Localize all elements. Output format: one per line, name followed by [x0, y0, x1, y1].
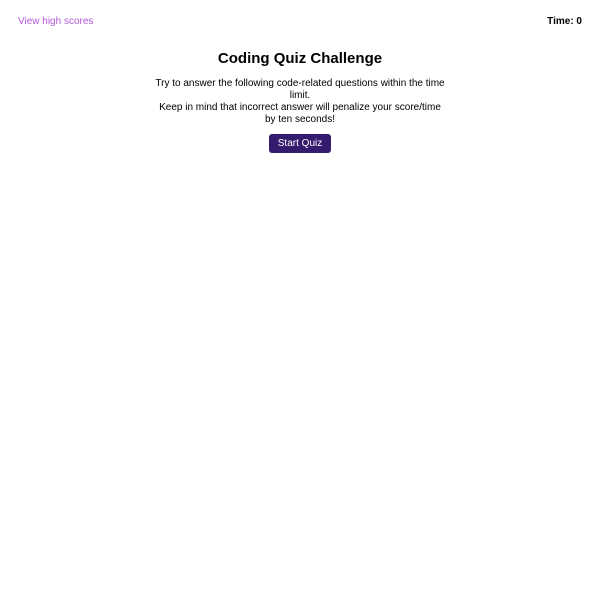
intro-text: Try to answer the following code-related…	[150, 78, 450, 126]
view-high-scores-link[interactable]: View high scores	[18, 16, 93, 28]
intro-line: Try to answer the following code-related…	[155, 78, 445, 101]
quiz-page: View high scores Time: 0 Coding Quiz Cha…	[0, 0, 600, 600]
intro-line: Keep in mind that incorrect answer will …	[159, 102, 441, 113]
intro-section: Coding Quiz Challenge Try to answer the …	[0, 50, 600, 153]
start-quiz-button[interactable]: Start Quiz	[268, 134, 332, 153]
page-title: Coding Quiz Challenge	[217, 50, 383, 67]
timer-display: Time: 0	[547, 16, 582, 27]
intro-line: by ten seconds!	[264, 114, 336, 125]
top-bar: View high scores Time: 0	[18, 16, 582, 30]
